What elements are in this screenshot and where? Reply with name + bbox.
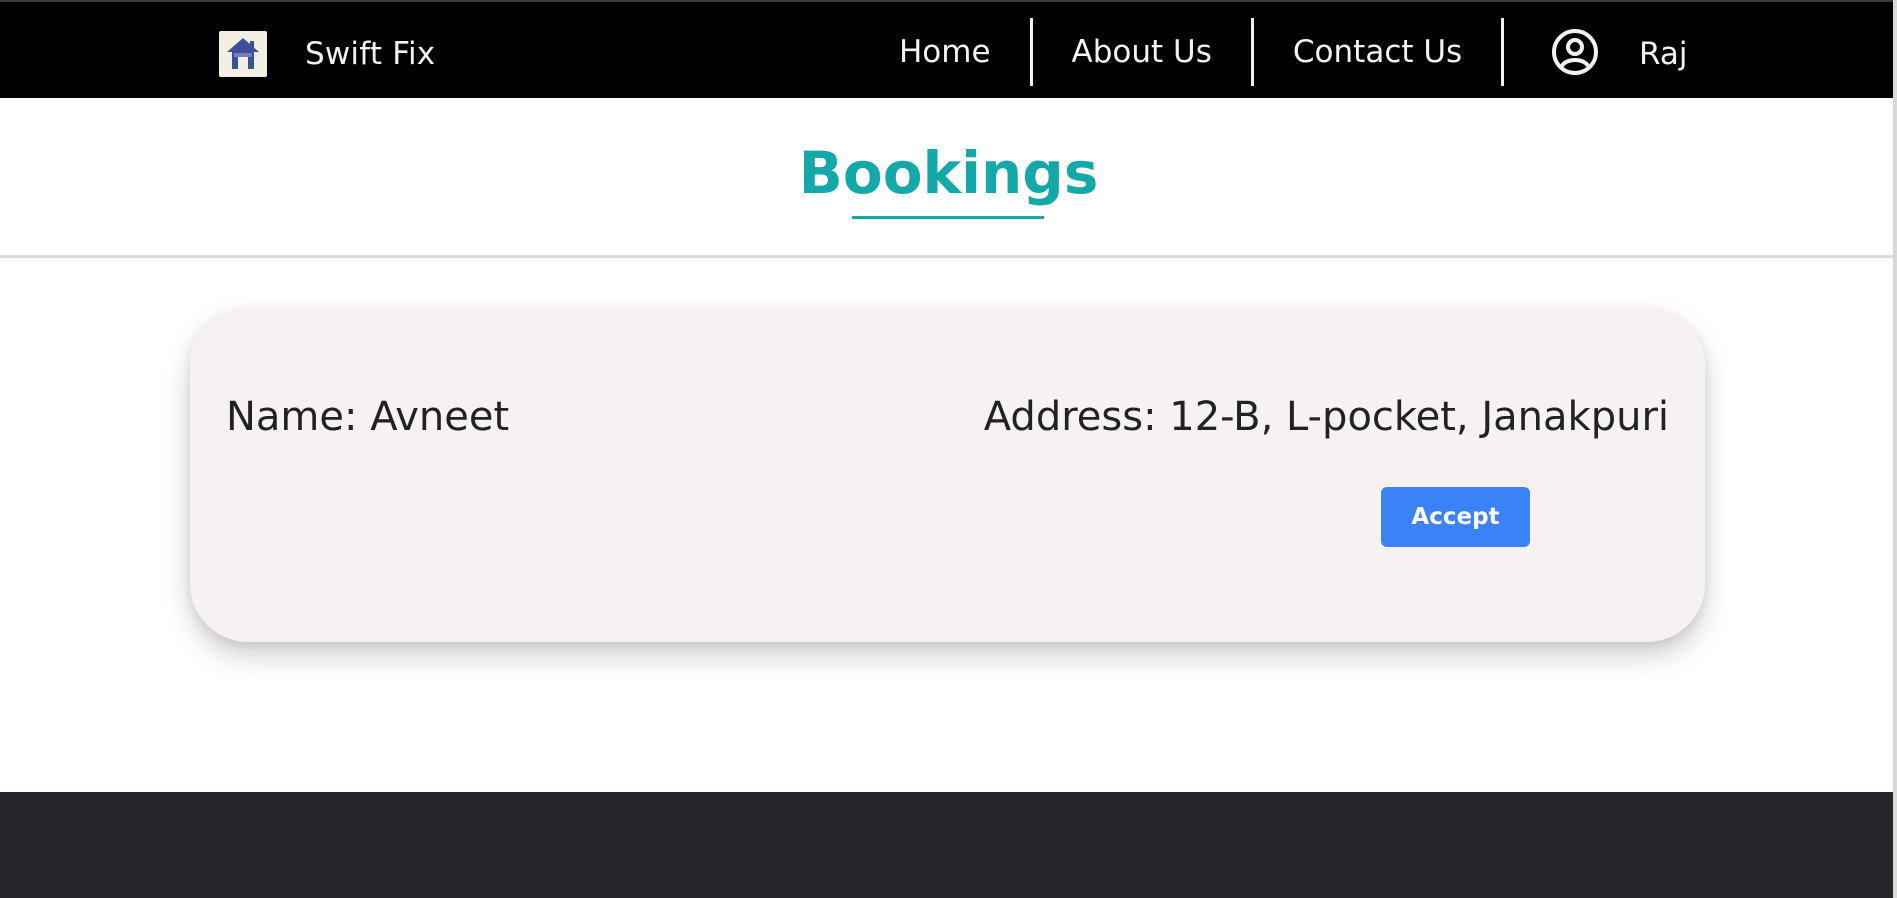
user-menu[interactable]: Raj <box>1551 28 1687 80</box>
booking-card: Name: Avneet Address: 12-B, L-pocket, Ja… <box>190 307 1705 642</box>
nav-link-about-us[interactable]: About Us <box>1033 18 1251 86</box>
page-title: Bookings <box>798 139 1099 207</box>
brand[interactable]: Swift Fix <box>219 31 435 77</box>
nav-divider <box>1501 18 1505 86</box>
scrollbar[interactable] <box>1893 0 1897 898</box>
nav-link-home[interactable]: Home <box>860 18 1030 86</box>
brand-name[interactable]: Swift Fix <box>305 36 435 72</box>
user-circle-icon[interactable] <box>1551 28 1599 80</box>
footer <box>0 792 1897 898</box>
nav-link-contact-us[interactable]: Contact Us <box>1254 18 1501 86</box>
page-header: Bookings <box>0 98 1897 258</box>
top-navbar: Swift Fix Home About Us Contact Us Raj <box>0 0 1897 98</box>
nav-links: Home About Us Contact Us <box>860 18 1505 86</box>
accept-button[interactable]: Accept <box>1381 487 1530 547</box>
user-name[interactable]: Raj <box>1639 36 1687 72</box>
booking-name: Name: Avneet <box>226 394 510 440</box>
house-logo-icon[interactable] <box>219 31 267 77</box>
title-underline <box>852 216 1044 219</box>
booking-address: Address: 12-B, L-pocket, Janakpuri <box>983 394 1669 440</box>
